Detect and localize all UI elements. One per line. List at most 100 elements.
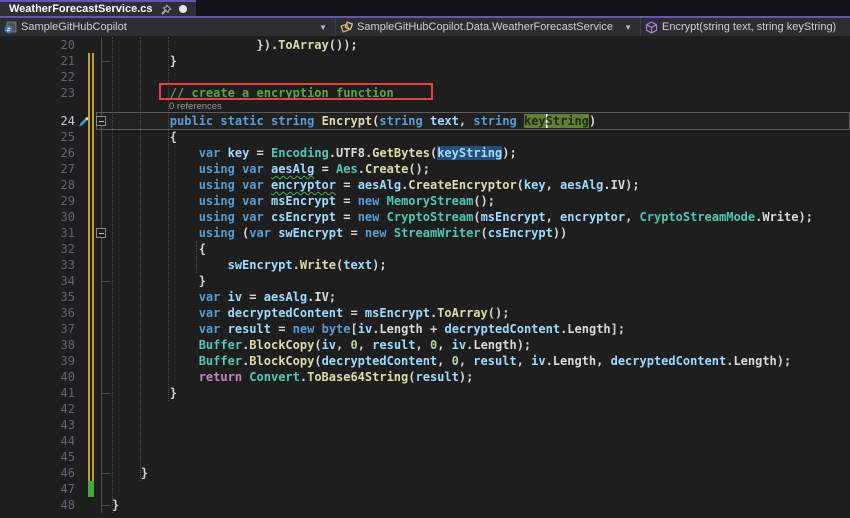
code-line[interactable]: 21 } — [0, 53, 850, 69]
code-text: var iv = aesAlg.IV; — [198, 290, 337, 304]
breadcrumb-class-label: SampleGitHubCopilot.Data.WeatherForecast… — [357, 21, 613, 33]
line-number[interactable]: 44 — [0, 433, 75, 449]
fold-end-tick — [102, 505, 110, 506]
edit-pen-icon[interactable] — [77, 115, 91, 128]
line-number[interactable]: 41 — [0, 385, 75, 401]
line-number[interactable]: 36 — [0, 305, 75, 321]
code-line[interactable]: 43 — [0, 417, 850, 433]
breadcrumb-project-label: SampleGitHubCopilot — [21, 21, 127, 33]
code-line[interactable]: 34 } — [0, 273, 850, 289]
class-icon — [340, 20, 354, 34]
change-bar-saved — [88, 481, 94, 497]
code-line[interactable]: 39 Buffer.BlockCopy(decryptedContent, 0,… — [0, 353, 850, 369]
fold-end-tick — [102, 61, 110, 62]
line-number[interactable]: 43 — [0, 417, 75, 433]
breadcrumb-bar: # SampleGitHubCopilot ▼ SampleGitHubCopi… — [0, 18, 850, 36]
line-number[interactable]: 32 — [0, 241, 75, 257]
breadcrumb-member-label: Encrypt(string text, string keyString) — [662, 21, 837, 33]
line-number[interactable]: 33 — [0, 257, 75, 273]
line-number[interactable]: 37 — [0, 321, 75, 337]
line-number[interactable]: 47 — [0, 481, 75, 497]
code-line[interactable]: 20 }).ToArray()); — [0, 37, 850, 53]
line-number[interactable]: 25 — [0, 129, 75, 145]
code-line[interactable]: 30 using var csEncrypt = new CryptoStrea… — [0, 209, 850, 225]
code-line[interactable]: 40 return Convert.ToBase64String(result)… — [0, 369, 850, 385]
line-number[interactable]: 46 — [0, 465, 75, 481]
line-number[interactable]: 39 — [0, 353, 75, 369]
outlining-margin-line — [101, 37, 102, 513]
fold-toggle-collapse-icon[interactable] — [96, 116, 106, 126]
line-number[interactable]: 34 — [0, 273, 75, 289]
code-text: } — [112, 466, 149, 480]
method-icon — [645, 20, 658, 34]
line-number[interactable]: 29 — [0, 193, 75, 209]
code-text: } — [112, 498, 120, 512]
code-line[interactable]: 47 — [0, 481, 850, 497]
code-line[interactable]: 38 Buffer.BlockCopy(iv, 0, result, 0, iv… — [0, 337, 850, 353]
vs-editor-window: WeatherForecastService.cs # SampleGitHub… — [0, 0, 850, 518]
line-number[interactable]: 40 — [0, 369, 75, 385]
code-text: swEncrypt.Write(text); — [227, 258, 387, 272]
code-line[interactable]: 48} — [0, 497, 850, 513]
code-text: using var aesAlg = Aes.Create(); — [198, 162, 430, 176]
line-number[interactable]: 20 — [0, 37, 75, 53]
code-text: } — [112, 274, 206, 288]
code-text: }).ToArray()); — [112, 38, 358, 52]
code-editor[interactable]: 20 }).ToArray()); 21 } 22 23 // create a en… — [0, 36, 850, 518]
breadcrumb-member-dropdown[interactable]: Encrypt(string text, string keyString) — [640, 18, 850, 36]
code-line[interactable]: 32 { — [0, 241, 850, 257]
code-line[interactable]: 31 using (var swEncrypt = new StreamWrit… — [0, 225, 850, 241]
indent-guide — [140, 37, 141, 481]
code-text: return Convert.ToBase64String(result); — [198, 370, 474, 384]
fold-end-tick — [102, 473, 110, 474]
line-number[interactable]: 30 — [0, 209, 75, 225]
code-line[interactable]: 45 — [0, 449, 850, 465]
code-text: Buffer.BlockCopy(iv, 0, result, 0, iv.Le… — [198, 338, 532, 352]
line-number[interactable]: 45 — [0, 449, 75, 465]
code-line[interactable]: 42 — [0, 401, 850, 417]
line-number[interactable]: 42 — [0, 401, 75, 417]
pin-icon[interactable] — [160, 3, 172, 15]
line-number[interactable]: 48 — [0, 497, 75, 513]
code-text: using var csEncrypt = new CryptoStream(m… — [198, 210, 813, 224]
indent-guide — [196, 241, 197, 273]
code-text: var result = new byte[iv.Length + decryp… — [198, 322, 626, 336]
code-line[interactable]: 26 var key = Encoding.UTF8.GetBytes(keyS… — [0, 145, 850, 161]
code-line[interactable]: 37 var result = new byte[iv.Length + dec… — [0, 321, 850, 337]
fold-toggle-collapse-icon[interactable] — [96, 228, 106, 238]
code-rows: 20 }).ToArray()); 21 } 22 23 // create a en… — [0, 37, 850, 513]
line-number[interactable]: 23 — [0, 85, 75, 101]
line-number[interactable]: 38 — [0, 337, 75, 353]
code-line[interactable]: 35 var iv = aesAlg.IV; — [0, 289, 850, 305]
line-number[interactable]: 35 — [0, 289, 75, 305]
code-line[interactable]: 27 using var aesAlg = Aes.Create(); — [0, 161, 850, 177]
code-line[interactable]: 33 swEncrypt.Write(text); — [0, 257, 850, 273]
code-text: var decryptedContent = msEncrypt.ToArray… — [198, 306, 510, 320]
code-text: using var msEncrypt = new MemoryStream()… — [198, 194, 496, 208]
code-line[interactable]: 25 { — [0, 129, 850, 145]
line-number[interactable]: 27 — [0, 161, 75, 177]
code-line[interactable]: 29 using var msEncrypt = new MemoryStrea… — [0, 193, 850, 209]
line-number[interactable]: 22 — [0, 69, 75, 85]
line-number[interactable]: 24 — [0, 113, 75, 129]
breadcrumb-project-dropdown[interactable]: # SampleGitHubCopilot ▼ — [0, 18, 335, 36]
fold-end-tick — [102, 281, 110, 282]
code-line[interactable]: 36 var decryptedContent = msEncrypt.ToAr… — [0, 305, 850, 321]
svg-text:#: # — [6, 27, 11, 33]
line-number[interactable]: 28 — [0, 177, 75, 193]
code-line[interactable]: 44 — [0, 433, 850, 449]
dropdown-caret-icon: ▼ — [319, 22, 327, 32]
breadcrumb-class-dropdown[interactable]: SampleGitHubCopilot.Data.WeatherForecast… — [335, 18, 640, 36]
tab-weatherforecastservice[interactable]: WeatherForecastService.cs — [0, 0, 196, 16]
current-line-border — [96, 112, 850, 130]
code-text: var key = Encoding.UTF8.GetBytes(keyStri… — [198, 146, 517, 160]
code-line[interactable]: 41 } — [0, 385, 850, 401]
line-number[interactable]: 31 — [0, 225, 75, 241]
line-number[interactable]: 21 — [0, 53, 75, 69]
modified-dot-icon[interactable] — [178, 5, 187, 13]
dropdown-caret-icon: ▼ — [624, 22, 632, 32]
code-line[interactable]: 46 } — [0, 465, 850, 481]
csproj-icon: # — [4, 21, 17, 34]
line-number[interactable]: 26 — [0, 145, 75, 161]
code-line[interactable]: 28 using var encryptor = aesAlg.CreateEn… — [0, 177, 850, 193]
